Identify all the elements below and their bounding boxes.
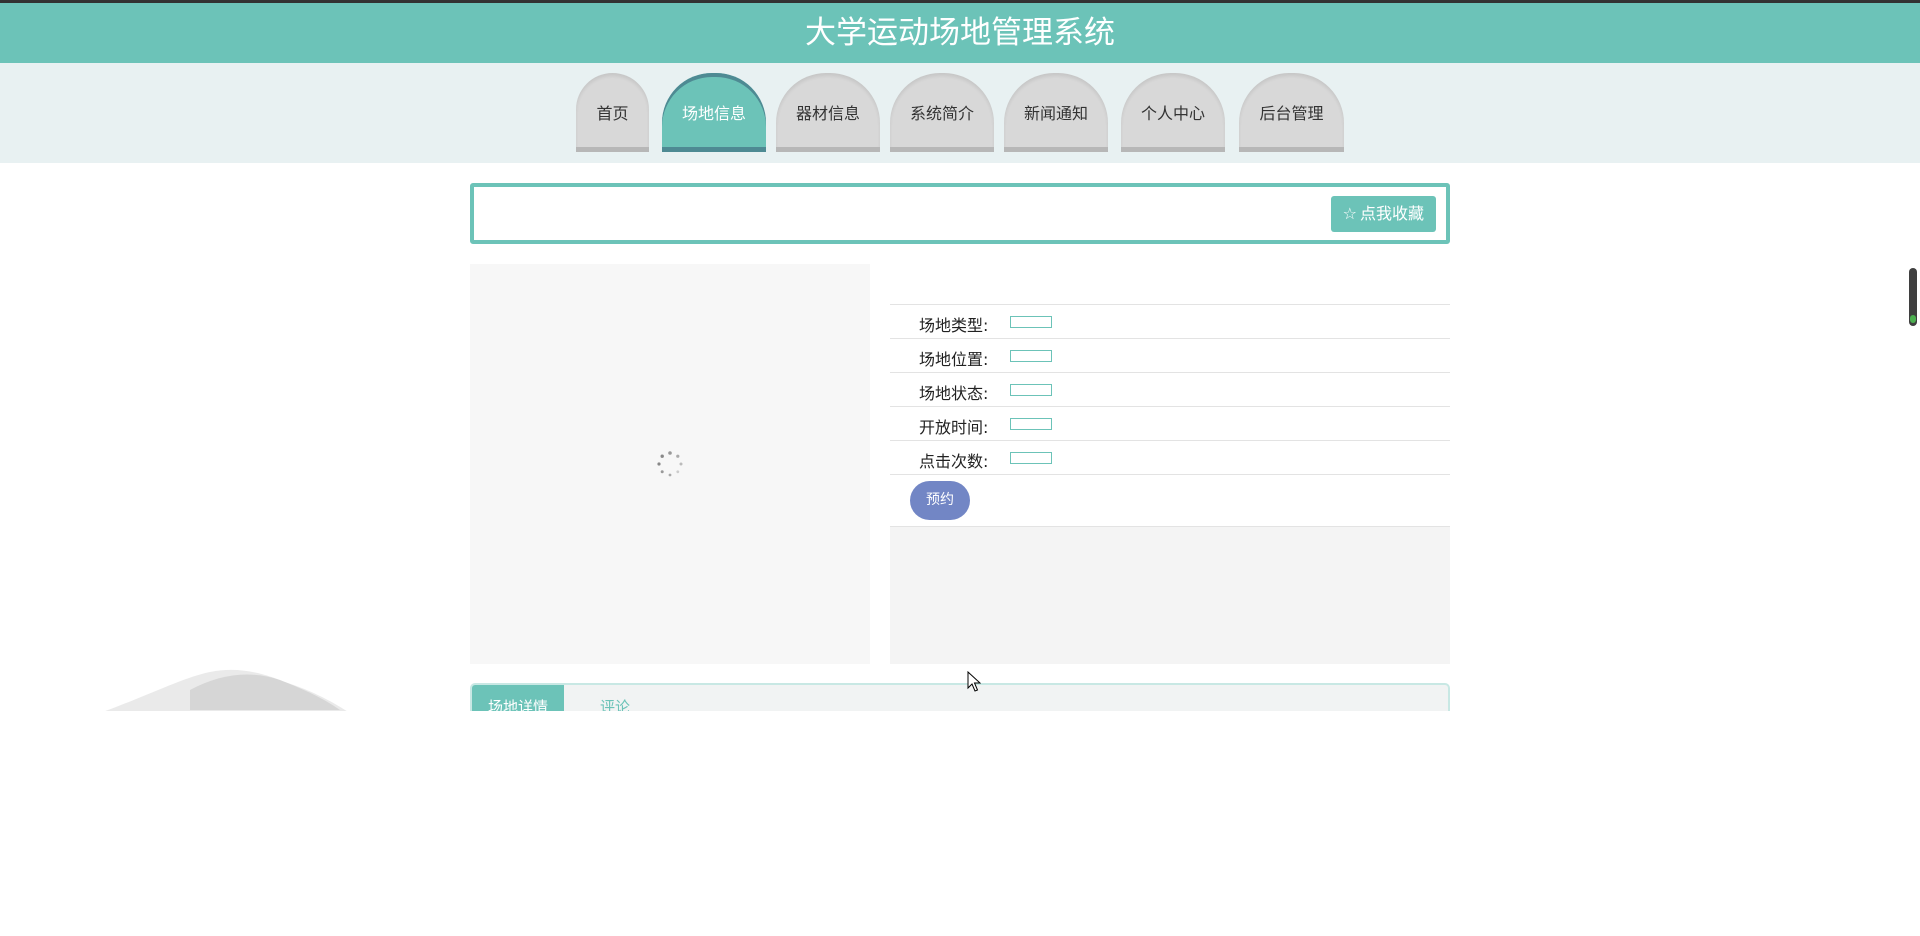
field-label-location: 场地位置:: [919, 350, 989, 369]
site-header: 大学运动场地管理系统: [0, 3, 1920, 63]
page: 大学运动场地管理系统 首页 场地信息 器材信息 系统简介 新闻通知 个人中心 后…: [0, 0, 1920, 936]
venue-info-panel: 场地类型: 场地位置: 场地状态: 开放时间: 点击次数: 预约: [890, 264, 1450, 664]
field-row-type: 场地类型:: [890, 305, 1450, 339]
site-title: 大学运动场地管理系统: [805, 15, 1115, 51]
nav-item-personal-center[interactable]: 个人中心: [1121, 73, 1225, 152]
reserve-button[interactable]: 预约: [910, 481, 970, 520]
main-nav: 首页 场地信息 器材信息 系统简介 新闻通知 个人中心 后台管理: [0, 63, 1920, 163]
nav-item-venue-info[interactable]: 场地信息: [662, 73, 766, 152]
nav-item-system-intro[interactable]: 系统简介: [890, 73, 994, 152]
nav-item-admin[interactable]: 后台管理: [1239, 73, 1344, 152]
field-value-location: [1010, 350, 1052, 362]
field-value-open-time: [1010, 418, 1052, 430]
field-row-location: 场地位置:: [890, 339, 1450, 373]
field-value-status: [1010, 384, 1052, 396]
nav-item-news[interactable]: 新闻通知: [1004, 73, 1108, 152]
favorite-button[interactable]: ☆ 点我收藏: [1330, 196, 1436, 232]
field-row-open-time: 开放时间:: [890, 407, 1450, 441]
field-value-type: [1010, 316, 1052, 328]
mouse-cursor-icon: [967, 671, 981, 692]
nav-item-home[interactable]: 首页: [576, 73, 649, 152]
field-label-status: 场地状态:: [919, 384, 989, 403]
page-blank-area: [0, 711, 1920, 936]
field-label-clicks: 点击次数:: [919, 452, 989, 471]
field-row-status: 场地状态:: [890, 373, 1450, 407]
reserve-row: 预约: [890, 475, 1450, 527]
loading-spinner-icon: [657, 451, 683, 477]
scrollbar-indicator: [1910, 315, 1916, 323]
field-label-open-time: 开放时间:: [919, 418, 989, 437]
venue-image: [470, 264, 870, 664]
star-icon: ☆: [1342, 204, 1357, 223]
favorite-bar: ☆ 点我收藏: [470, 183, 1450, 244]
venue-name-row: [890, 264, 1450, 305]
field-label-type: 场地类型:: [919, 316, 989, 335]
field-value-clicks: [1010, 452, 1052, 464]
field-row-clicks: 点击次数:: [890, 441, 1450, 475]
nav-item-equipment-info[interactable]: 器材信息: [776, 73, 880, 152]
favorite-label: 点我收藏: [1359, 204, 1424, 223]
